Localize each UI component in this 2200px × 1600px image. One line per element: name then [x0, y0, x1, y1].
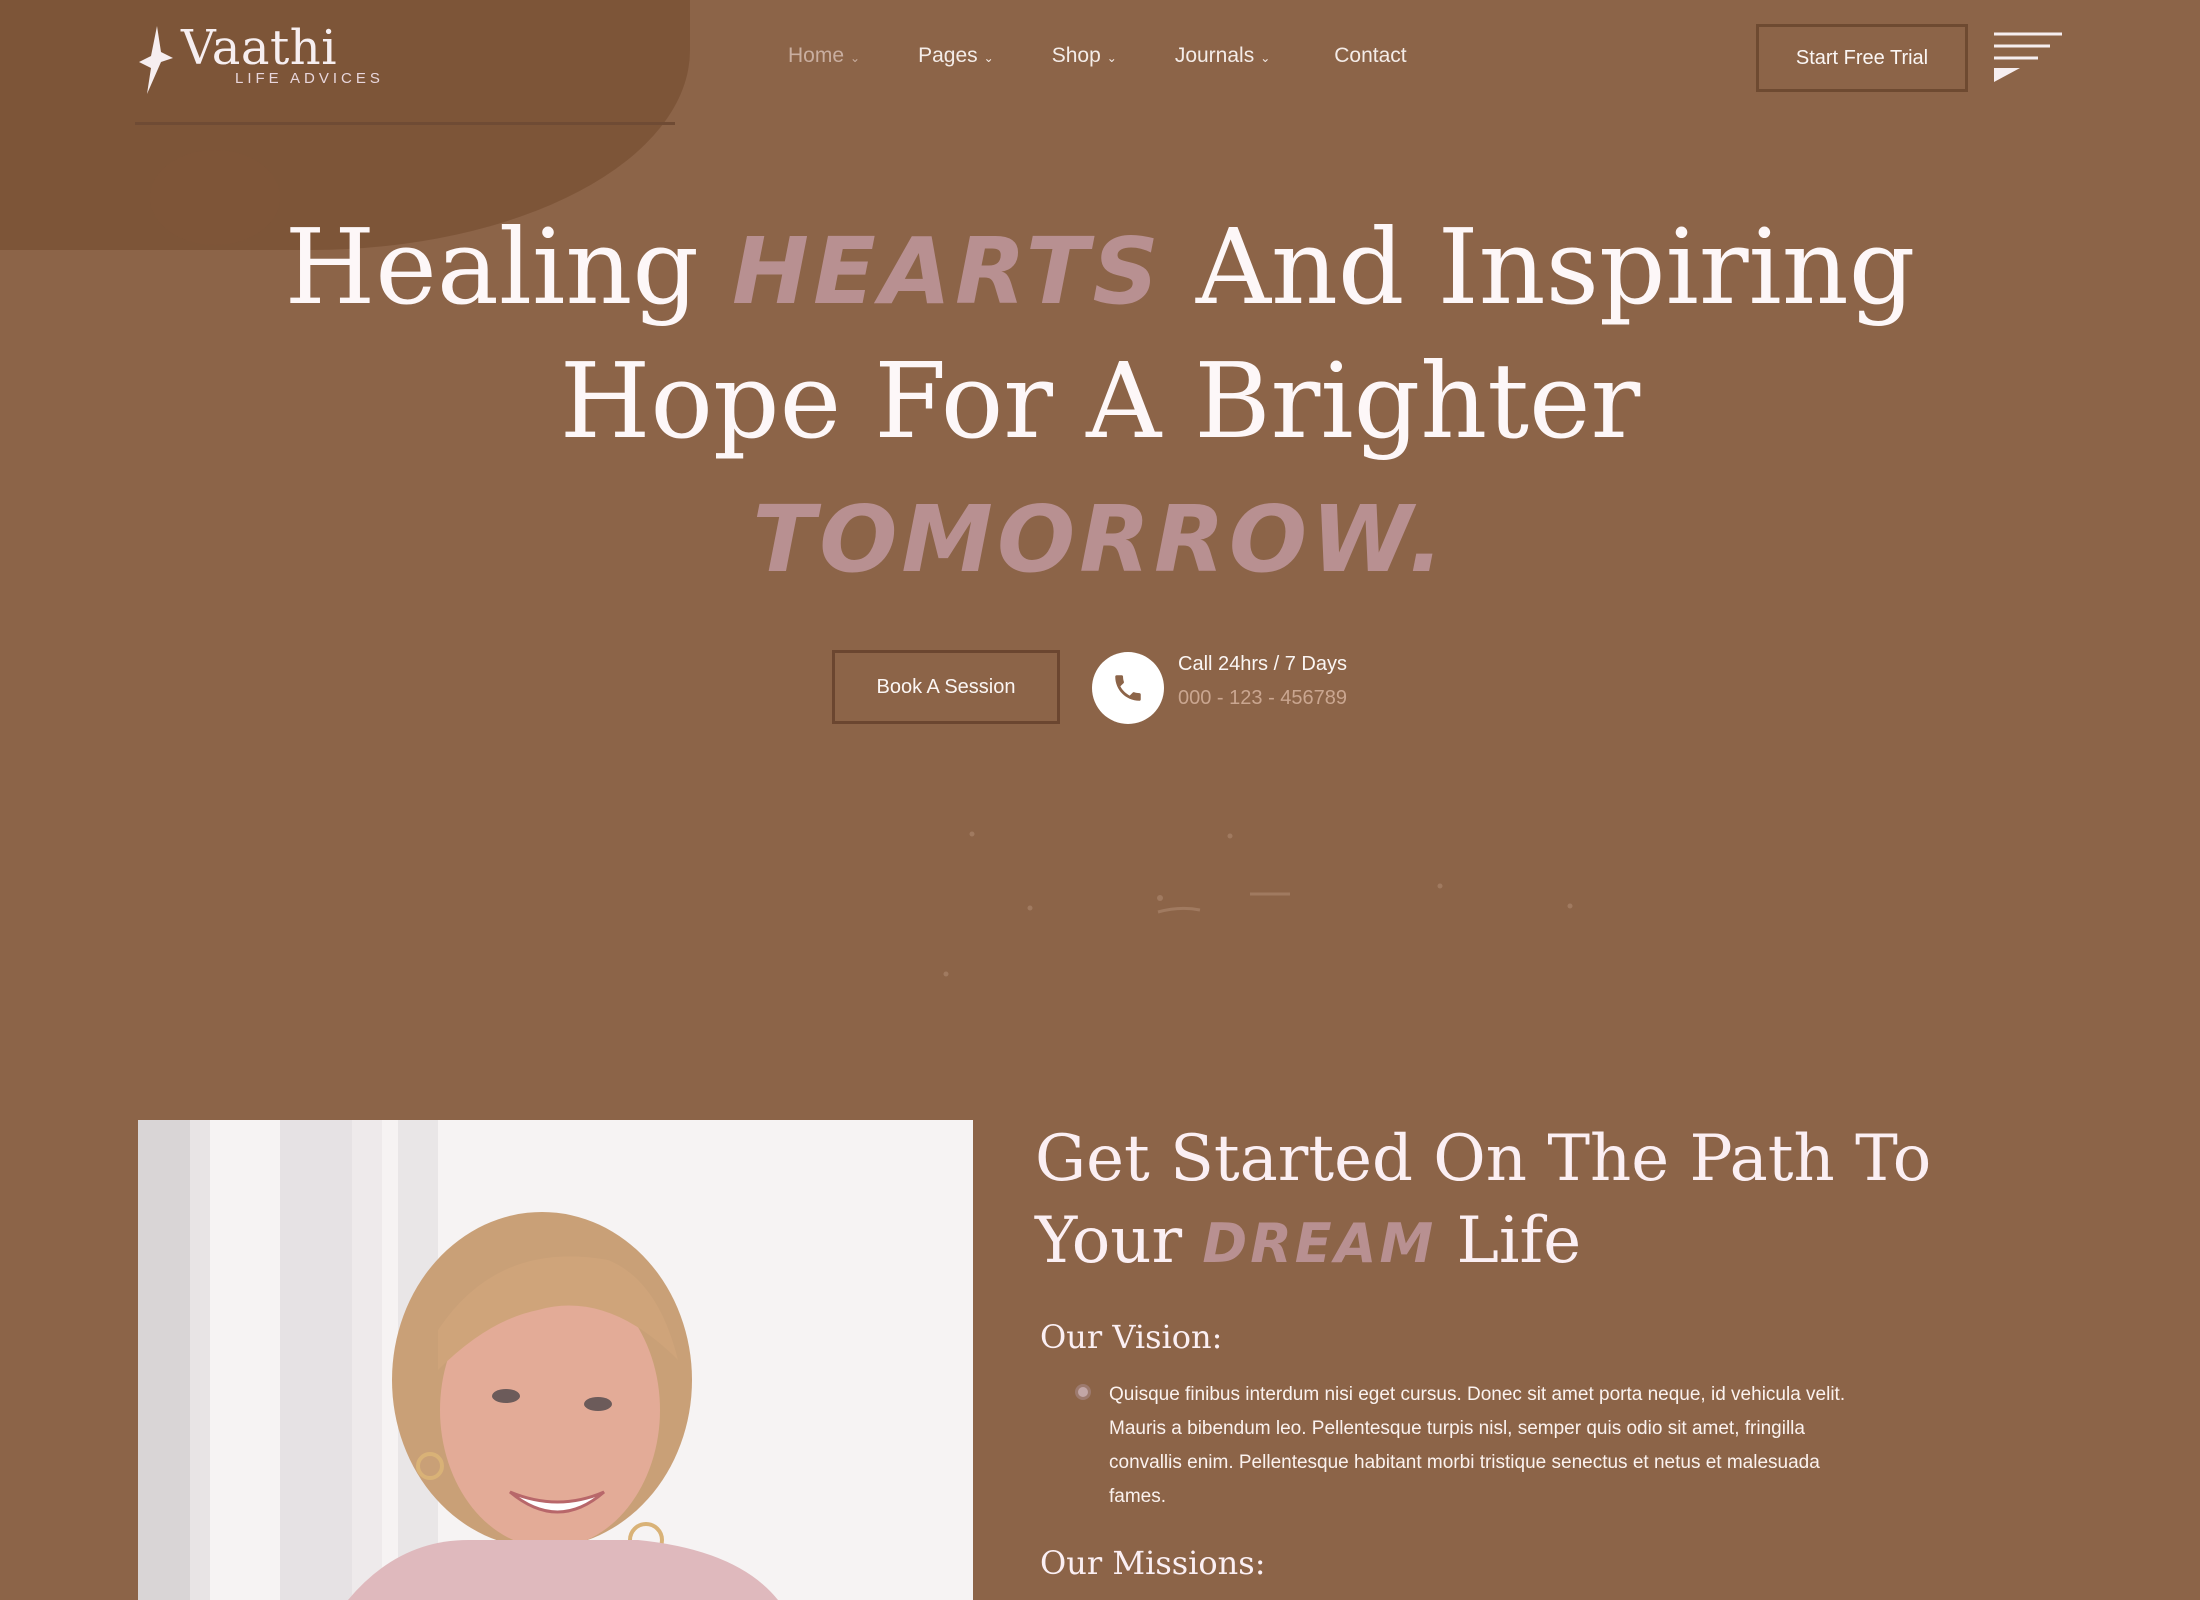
- nav-item-label: Home: [788, 44, 845, 67]
- section-heading-script-word: Dream: [1202, 1212, 1437, 1275]
- phone-call-button[interactable]: [1092, 652, 1164, 724]
- hero-title-text: And Inspiring: [1195, 206, 1916, 328]
- header-divider: [135, 122, 675, 125]
- vision-paragraph: Quisque finibus interdum nisi eget cursu…: [1109, 1384, 1846, 1507]
- section-heading-line-1: Get Started On The Path To: [1035, 1122, 1932, 1196]
- logo-mark-icon: [139, 26, 173, 94]
- chevron-down-icon: ⌄: [983, 51, 994, 65]
- vision-heading: Our Vision:: [1040, 1318, 1223, 1356]
- phone-icon: [1115, 675, 1141, 701]
- bullet-icon: [1075, 1384, 1091, 1400]
- portrait-illustration: [138, 1120, 973, 1600]
- chevron-down-icon: ⌄: [1260, 51, 1271, 65]
- hero-title-script-word: Tomorrow.: [752, 486, 1448, 593]
- nav-item-home[interactable]: Home ⌄: [788, 44, 860, 68]
- chevron-down-icon: ⌄: [1106, 51, 1117, 65]
- hamburger-menu-icon[interactable]: [1992, 30, 2064, 86]
- hero-title-line-1: Healing Hearts And Inspiring: [0, 202, 2200, 337]
- counselor-photo: [138, 1120, 973, 1600]
- section-heading-line-2: Your Dream Life: [1035, 1200, 2095, 1285]
- nav-item-shop[interactable]: Shop ⌄: [1052, 44, 1117, 68]
- section-heading: Get Started On The Path To Your Dream Li…: [1035, 1118, 2095, 1285]
- missions-heading: Our Missions:: [1040, 1544, 1266, 1582]
- decorative-dots: [943, 831, 1573, 977]
- nav-item-pages[interactable]: Pages ⌄: [918, 44, 994, 68]
- section-heading-text: Your: [1035, 1204, 1183, 1278]
- hero-title-line-3: Tomorrow.: [0, 470, 2200, 605]
- logo-name: Vaathi: [181, 20, 338, 76]
- nav-item-label: Contact: [1334, 44, 1407, 67]
- main-nav: Home ⌄ Pages ⌄ Shop ⌄ Journals ⌄ Contact: [788, 44, 1407, 68]
- hero-title-line-2: Hope For A Brighter: [559, 340, 1641, 462]
- nav-item-label: Journals: [1174, 44, 1255, 67]
- call-phone-number[interactable]: 000 - 123 - 456789: [1178, 687, 1347, 710]
- nav-item-label: Pages: [918, 44, 978, 67]
- chevron-down-icon: ⌄: [850, 51, 861, 65]
- site-logo[interactable]: Vaathi LIFE ADVICES: [135, 22, 384, 102]
- hero-title-text: Healing: [284, 206, 699, 328]
- nav-item-contact[interactable]: Contact: [1334, 44, 1406, 68]
- book-session-button[interactable]: Book A Session: [832, 650, 1060, 724]
- nav-item-journals[interactable]: Journals ⌄: [1175, 44, 1270, 68]
- call-availability-label: Call 24hrs / 7 Days: [1178, 653, 1347, 675]
- section-heading-text: Life: [1456, 1204, 1582, 1278]
- start-free-trial-button[interactable]: Start Free Trial: [1756, 24, 1968, 92]
- hero-title-script-word: Hearts: [732, 218, 1163, 325]
- logo-tagline: LIFE ADVICES: [235, 70, 384, 87]
- nav-item-label: Shop: [1051, 44, 1101, 67]
